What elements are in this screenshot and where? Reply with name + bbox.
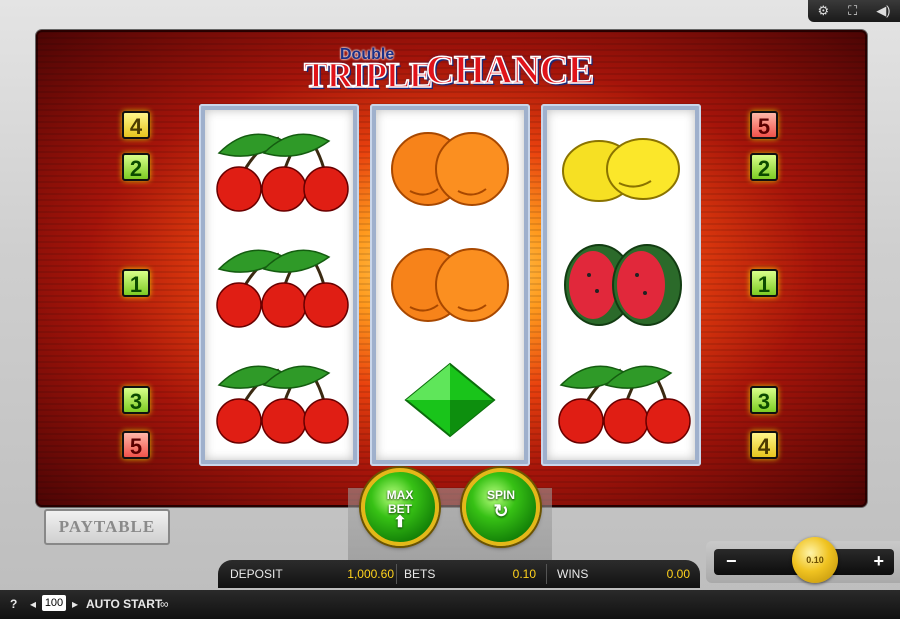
spin-label: SPIN [486,488,515,502]
max-bet-label-line1: MAX [386,488,414,502]
bet-slider-panel: − + 0.10 [706,537,900,583]
oranges-icon [376,226,524,342]
cherries-icon [205,226,353,342]
cherries-icon [547,342,695,458]
oranges-icon [376,110,524,226]
infinity-icon[interactable]: ∞ [160,597,169,611]
reel-1 [199,104,359,466]
divider [546,564,547,584]
auto-start-button[interactable]: AUTO START [86,597,162,611]
arrow-up-icon: ⬆ [393,514,407,531]
deposit-value: 1,000.60 [347,567,394,581]
line-badge-right-3[interactable]: 1 [750,269,778,297]
autoplay-count[interactable]: 100 [42,595,66,611]
spin-button[interactable]: SPIN ↻ [462,468,540,546]
bet-slider[interactable]: − + 0.10 [714,537,894,583]
help-icon[interactable]: ? [10,597,17,611]
wins-label: WINS [557,567,589,581]
green-diamond-icon [376,342,524,458]
top-toolbar: ⚙ ⛶ ◀) [808,0,900,22]
reel-2 [370,104,530,466]
status-bar: ? ◂ 100 ▸ AUTO START ∞ [0,590,900,619]
fullscreen-icon[interactable]: ⛶ [848,3,857,19]
line-badge-right-1[interactable]: 5 [750,111,778,139]
cherries-icon [205,342,353,458]
info-bar: DEPOSIT 1,000.60 BETS 0.10 WINS 0.00 [218,560,700,588]
game-logo: Double TRIPLE CHANCE [302,42,612,96]
logo-chance: CHANCE [425,46,595,93]
watermelons-icon [547,226,695,342]
logo-triple: TRIPLE [303,54,434,96]
deposit-label: DEPOSIT [230,567,283,581]
bets-label: BETS [404,567,436,581]
line-badge-left-3[interactable]: 1 [122,269,150,297]
lemons-icon [547,110,695,226]
bet-coin-handle[interactable]: 0.10 [792,537,838,583]
line-badge-left-4[interactable]: 3 [122,386,150,414]
line-badge-left-5[interactable]: 5 [122,431,150,459]
line-badge-right-2[interactable]: 2 [750,153,778,181]
line-badge-right-4[interactable]: 3 [750,386,778,414]
reel-3 [541,104,701,466]
settings-icon[interactable]: ⚙ [817,3,829,19]
line-badge-left-2[interactable]: 2 [122,153,150,181]
paytable-button[interactable]: PAYTABLE [44,509,170,545]
sound-icon[interactable]: ◀) [876,3,890,19]
line-badge-right-5[interactable]: 4 [750,431,778,459]
decrease-autoplay-icon[interactable]: ◂ [30,597,36,611]
cherries-icon [205,110,353,226]
bets-value: 0.10 [512,567,536,581]
increase-autoplay-icon[interactable]: ▸ [72,597,78,611]
bet-increase-button[interactable]: + [873,551,884,572]
divider [396,564,397,584]
bet-decrease-button[interactable]: − [726,551,737,572]
max-bet-button[interactable]: MAX BET ⬆ [361,468,439,546]
line-badge-left-1[interactable]: 4 [122,111,150,139]
spin-arrow-icon: ↻ [493,501,509,521]
wins-value: 0.00 [666,567,690,581]
